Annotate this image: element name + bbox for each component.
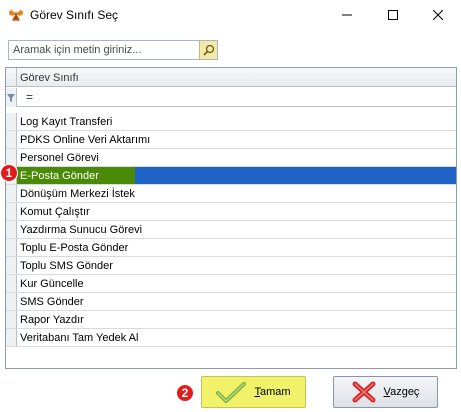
row-cell: SMS Gönder	[20, 296, 84, 308]
red-x-icon	[352, 381, 376, 403]
row-indicator	[6, 311, 17, 328]
cancel-button[interactable]: Vazgeç	[333, 376, 438, 408]
butterfly-icon	[8, 7, 24, 23]
task-class-grid: Görev Sınıfı = Log Kayıt Transferi PDKS …	[5, 67, 457, 369]
checkmark-icon	[216, 382, 247, 403]
row-cell: Komut Çalıştır	[20, 206, 90, 218]
search-box	[8, 40, 218, 60]
filter-icon	[6, 88, 17, 107]
maximize-button[interactable]	[370, 0, 416, 30]
row-indicator	[6, 329, 17, 346]
table-row[interactable]: Toplu E-Posta Gönder	[6, 239, 456, 257]
cancel-label-rest: azgeç	[390, 386, 420, 398]
row-indicator	[6, 221, 17, 238]
cancel-button-label: Vazgeç	[384, 386, 420, 398]
row-indicator	[6, 131, 17, 148]
row-cell: Toplu SMS Gönder	[20, 260, 113, 272]
row-indicator	[6, 293, 17, 310]
step-badge-1: 1	[0, 164, 18, 182]
row-cell: Yazdırma Sunucu Görevi	[20, 224, 143, 236]
row-cell: E-Posta Gönder	[20, 170, 99, 182]
row-cell: Rapor Yazdır	[20, 314, 84, 326]
close-button[interactable]	[415, 0, 461, 30]
minimize-icon	[342, 14, 352, 16]
table-row[interactable]: Toplu SMS Gönder	[6, 257, 456, 275]
row-cell: Dönüşüm Merkezi İstek	[20, 188, 135, 200]
ok-button-label: Tamam	[254, 386, 290, 398]
table-row[interactable]: Kur Güncelle	[6, 275, 456, 293]
maximize-icon	[388, 10, 398, 20]
row-cell: Kur Güncelle	[20, 278, 84, 290]
table-row[interactable]: PDKS Online Veri Aktarımı	[6, 131, 456, 149]
step-badge-2: 2	[176, 384, 194, 402]
close-icon	[433, 10, 443, 20]
table-row[interactable]: Veritabanı Tam Yedek Al	[6, 329, 456, 347]
row-cell: Veritabanı Tam Yedek Al	[20, 332, 139, 344]
row-indicator	[6, 275, 17, 292]
row-cell: PDKS Online Veri Aktarımı	[20, 134, 151, 146]
table-row[interactable]: Personel Görevi	[6, 149, 456, 167]
search-button[interactable]	[199, 41, 217, 59]
column-header-gorev-sinifi[interactable]: Görev Sınıfı	[20, 72, 79, 84]
row-indicator	[6, 257, 17, 274]
table-row[interactable]: Yazdırma Sunucu Görevi	[6, 221, 456, 239]
ok-button[interactable]: Tamam	[201, 376, 306, 408]
row-cell: Toplu E-Posta Gönder	[20, 242, 129, 254]
search-input[interactable]	[9, 41, 199, 59]
title-bar: Görev Sınıfı Seç	[0, 0, 461, 30]
table-row[interactable]: Log Kayıt Transferi	[6, 113, 456, 131]
table-row[interactable]: Rapor Yazdır	[6, 311, 456, 329]
window-title: Görev Sınıfı Seç	[30, 8, 119, 22]
table-row[interactable]: Komut Çalıştır	[6, 203, 456, 221]
ok-label-rest: amam	[259, 386, 291, 398]
minimize-button[interactable]	[324, 0, 370, 30]
row-cell: Log Kayıt Transferi	[20, 116, 113, 128]
filter-row[interactable]: =	[6, 88, 456, 107]
filter-operator[interactable]: =	[26, 90, 33, 104]
grid-header: Görev Sınıfı	[6, 68, 456, 87]
row-indicator	[6, 239, 17, 256]
table-row[interactable]: SMS Gönder	[6, 293, 456, 311]
table-row[interactable]: Dönüşüm Merkezi İstek	[6, 185, 456, 203]
search-icon	[202, 44, 214, 56]
row-cell: Personel Görevi	[20, 152, 99, 164]
grid-rows: Log Kayıt Transferi PDKS Online Veri Akt…	[6, 113, 456, 347]
table-row-selected[interactable]: E-Posta Gönder	[6, 167, 456, 185]
row-indicator	[6, 203, 17, 220]
row-indicator	[6, 113, 17, 130]
dialog-window: Görev Sınıfı Seç Görev Sınıfı =	[0, 0, 461, 412]
header-indicator	[6, 68, 17, 87]
row-indicator	[6, 185, 17, 202]
